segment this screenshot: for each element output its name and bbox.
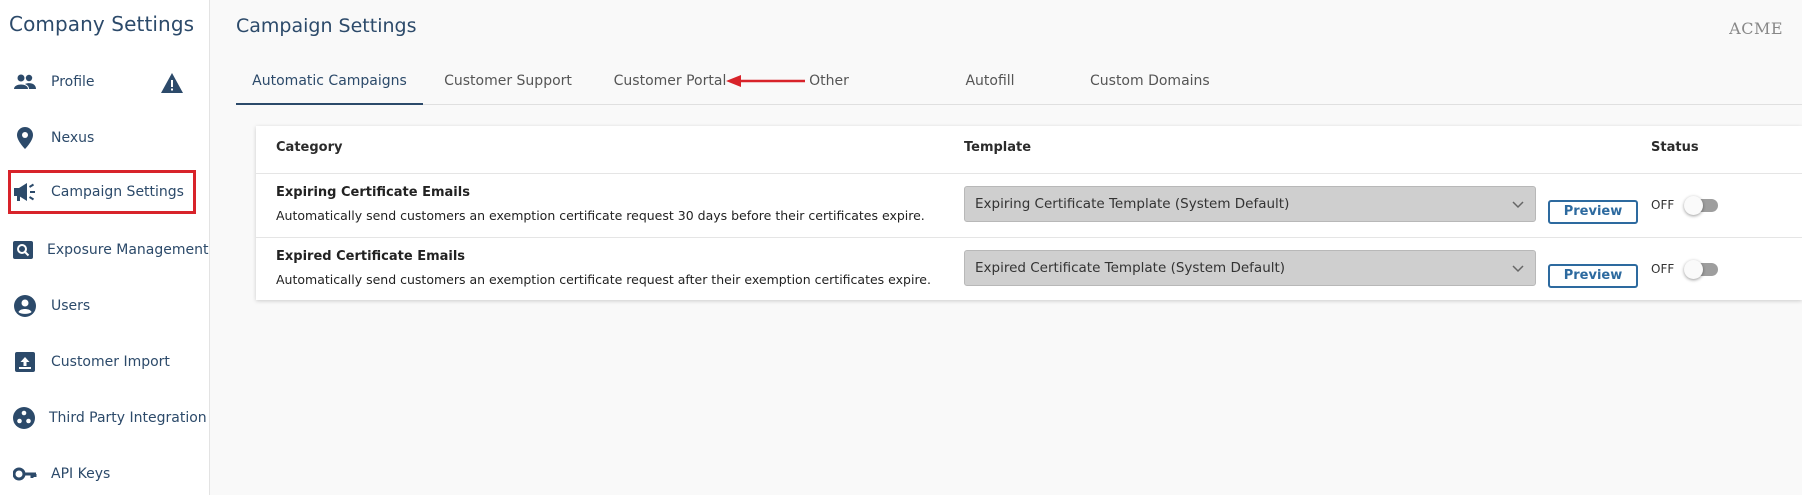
- sidebar-item-label: Nexus: [51, 130, 95, 146]
- column-header-status: Status: [1651, 140, 1699, 155]
- status-toggle[interactable]: [1684, 260, 1718, 279]
- sidebar-item-customer-import[interactable]: Customer Import: [8, 340, 196, 384]
- key-icon: [13, 462, 37, 486]
- preview-button[interactable]: Preview: [1548, 264, 1638, 288]
- tab-customer-support[interactable]: Customer Support: [440, 60, 576, 105]
- status-label: OFF: [1651, 262, 1675, 276]
- brand-logo: ACME: [1729, 19, 1783, 38]
- template-select[interactable]: Expired Certificate Template (System Def…: [964, 250, 1536, 286]
- table-row: Expiring Certificate Emails Automaticall…: [256, 173, 1802, 236]
- sidebar-item-label: Customer Import: [51, 354, 170, 370]
- campaign-table: Category Template Status Expiring Certif…: [256, 126, 1802, 300]
- sidebar-title: Company Settings: [9, 12, 195, 36]
- row-title: Expired Certificate Emails: [276, 249, 466, 264]
- tab-customer-portal[interactable]: Customer Portal: [612, 60, 728, 105]
- sidebar-item-label: API Keys: [51, 466, 111, 482]
- row-description: Automatically send customers an exemptio…: [276, 208, 925, 223]
- row-description: Automatically send customers an exemptio…: [276, 272, 931, 287]
- annotation-arrow-icon: [726, 75, 805, 87]
- sidebar-item-exposure-management[interactable]: Exposure Management: [8, 228, 209, 272]
- warning-triangle-icon: [160, 72, 184, 94]
- toggle-knob: [1684, 196, 1703, 215]
- tab-custom-domains[interactable]: Custom Domains: [1090, 60, 1210, 105]
- tab-other[interactable]: Other: [804, 60, 854, 105]
- sidebar-item-third-party-integration[interactable]: Third Party Integration: [8, 396, 207, 440]
- table-row: Expired Certificate Emails Automatically…: [256, 237, 1802, 300]
- sidebar: Company Settings Profile Nexus Campaign …: [0, 0, 210, 495]
- tab-automatic-campaigns[interactable]: Automatic Campaigns: [236, 60, 423, 105]
- sidebar-item-api-keys[interactable]: API Keys: [8, 452, 196, 495]
- hub-icon: [13, 406, 35, 430]
- sidebar-item-users[interactable]: Users: [8, 284, 196, 328]
- sidebar-item-campaign-settings[interactable]: Campaign Settings: [8, 170, 196, 214]
- toggle-knob: [1684, 260, 1703, 279]
- location-pin-icon: [13, 126, 37, 150]
- sidebar-item-label: Exposure Management: [47, 242, 209, 258]
- people-icon: [13, 70, 37, 94]
- row-title: Expiring Certificate Emails: [276, 185, 470, 200]
- sidebar-item-label: Campaign Settings: [51, 184, 184, 200]
- column-header-template: Template: [964, 140, 1032, 155]
- sidebar-item-nexus[interactable]: Nexus: [8, 116, 196, 160]
- template-select[interactable]: Expiring Certificate Template (System De…: [964, 186, 1536, 222]
- chevron-down-icon: [1512, 265, 1524, 273]
- template-select-value: Expired Certificate Template (System Def…: [975, 260, 1286, 276]
- chevron-down-icon: [1512, 201, 1524, 209]
- sidebar-item-label: Profile: [51, 74, 95, 90]
- search-box-icon: [13, 238, 33, 262]
- page-title: Campaign Settings: [236, 15, 417, 37]
- account-circle-icon: [13, 294, 37, 318]
- megaphone-icon: [13, 180, 37, 204]
- status-label: OFF: [1651, 198, 1675, 212]
- sidebar-item-label: Third Party Integration: [49, 410, 207, 426]
- template-select-value: Expiring Certificate Template (System De…: [975, 196, 1290, 212]
- status-toggle[interactable]: [1684, 196, 1718, 215]
- column-header-category: Category: [276, 140, 343, 155]
- preview-button[interactable]: Preview: [1548, 200, 1638, 224]
- sidebar-item-label: Users: [51, 298, 91, 314]
- tab-autofill[interactable]: Autofill: [960, 60, 1020, 105]
- tab-bar: Automatic Campaigns Customer Support Cus…: [236, 60, 1802, 105]
- upload-box-icon: [13, 350, 37, 374]
